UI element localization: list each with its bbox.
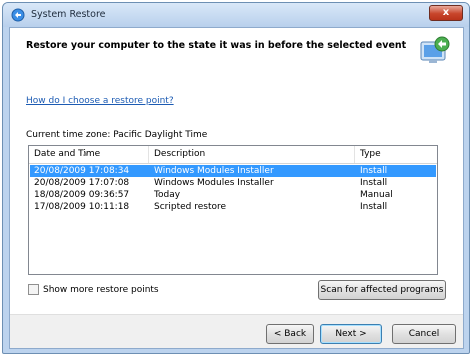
table-row[interactable]: 18/08/2009 09:36:57 Today Manual	[30, 189, 436, 201]
system-restore-window: System Restore x Restore your computer t…	[2, 2, 470, 354]
table-row[interactable]: 20/08/2009 17:07:08 Windows Modules Inst…	[30, 177, 436, 189]
close-button[interactable]: x	[429, 5, 463, 21]
column-header-date-label: Date and Time	[34, 149, 101, 159]
row-type: Install	[360, 166, 388, 176]
show-more-label: Show more restore points	[43, 284, 159, 295]
timezone-label: Current time zone: Pacific Daylight Time	[26, 130, 208, 140]
title-bar[interactable]: System Restore x	[3, 3, 469, 27]
table-row[interactable]: 20/08/2009 17:08:34 Windows Modules Inst…	[30, 165, 436, 177]
row-date: 18/08/2009 09:36:57	[34, 190, 130, 200]
show-more-checkbox-wrap[interactable]: Show more restore points	[28, 284, 159, 295]
column-header-type-label: Type	[360, 149, 381, 159]
column-header-type[interactable]: Type	[355, 146, 437, 163]
separator	[10, 314, 463, 315]
table-row[interactable]: 17/08/2009 10:11:18 Scripted restore Ins…	[30, 201, 436, 213]
next-button[interactable]: Next >	[320, 324, 382, 344]
cancel-button[interactable]: Cancel	[392, 324, 456, 344]
row-type: Install	[360, 202, 388, 212]
scan-affected-programs-button[interactable]: Scan for affected programs	[318, 280, 446, 300]
page-heading: Restore your computer to the state it wa…	[26, 40, 407, 51]
row-description: Scripted restore	[154, 202, 227, 212]
row-description: Today	[154, 190, 181, 200]
help-link[interactable]: How do I choose a restore point?	[26, 96, 174, 106]
column-header-description-label: Description	[154, 149, 206, 159]
row-date: 20/08/2009 17:07:08	[34, 178, 130, 188]
window-title: System Restore	[31, 9, 106, 20]
list-header: ▲ Date and Time Description Type	[29, 146, 437, 164]
row-date: 20/08/2009 17:08:34	[34, 166, 130, 176]
back-button[interactable]: < Back	[266, 324, 314, 344]
row-description: Windows Modules Installer	[154, 178, 274, 188]
restore-points-list[interactable]: ▲ Date and Time Description Type 20/08/2…	[28, 145, 438, 275]
row-type: Manual	[360, 190, 393, 200]
sort-arrow-icon: ▲	[83, 150, 88, 157]
column-header-description[interactable]: Description	[149, 146, 355, 163]
show-more-checkbox[interactable]	[28, 284, 39, 295]
restore-header-icon	[420, 36, 450, 63]
system-restore-icon	[11, 8, 25, 22]
row-type: Install	[360, 178, 388, 188]
column-header-date[interactable]: ▲ Date and Time	[29, 146, 149, 163]
main-content: Restore your computer to the state it wa…	[9, 27, 464, 349]
row-date: 17/08/2009 10:11:18	[34, 202, 130, 212]
row-description: Windows Modules Installer	[154, 166, 274, 176]
